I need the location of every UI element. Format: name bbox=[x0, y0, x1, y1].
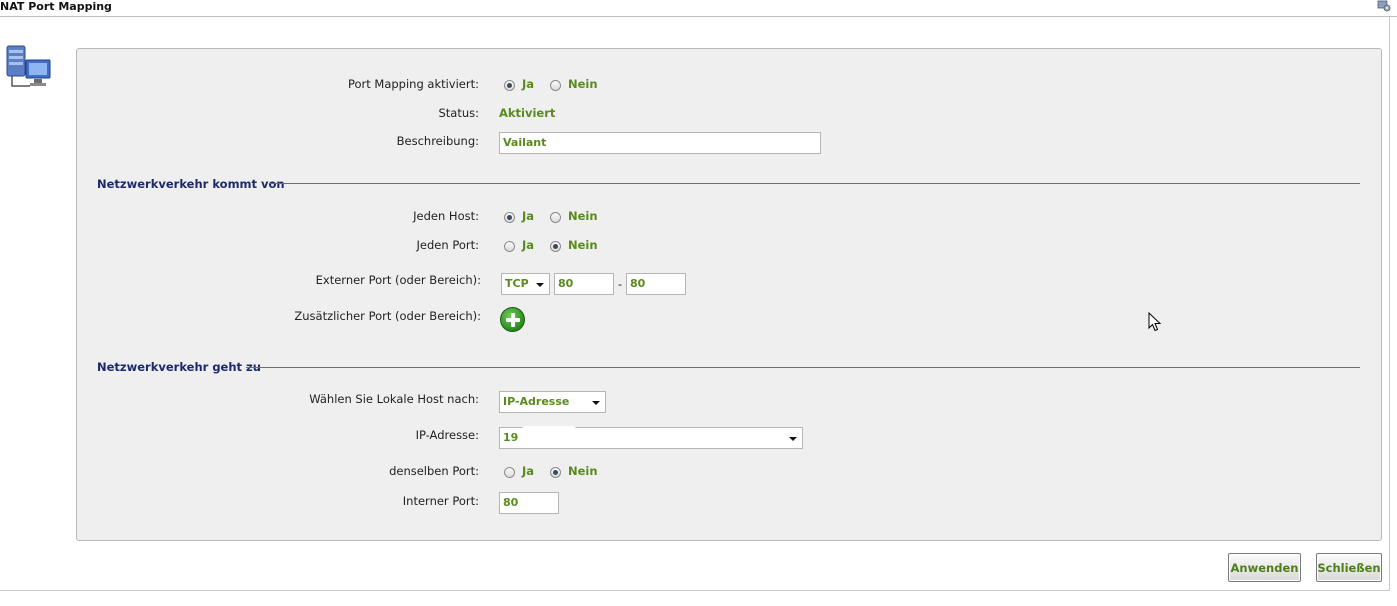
window-border-bottom bbox=[0, 590, 1390, 591]
protocol-select[interactable]: TCP bbox=[501, 273, 550, 295]
status-label: Status: bbox=[438, 106, 479, 120]
section-divider-to bbox=[246, 367, 1360, 368]
internal-port-label: Interner Port: bbox=[402, 494, 479, 508]
any-host-no-radio[interactable] bbox=[550, 212, 561, 223]
any-host-label: Jeden Host: bbox=[413, 209, 479, 223]
network-server-icon bbox=[6, 45, 51, 87]
external-port-label: Externer Port (oder Bereich): bbox=[315, 273, 481, 287]
description-label: Beschreibung: bbox=[396, 134, 479, 148]
any-host-no-label: Nein bbox=[568, 209, 598, 223]
any-port-yes-label: Ja bbox=[522, 238, 535, 252]
any-host-yes-radio[interactable] bbox=[504, 212, 515, 223]
any-port-no-label: Nein bbox=[568, 238, 598, 252]
port-mapping-yes-radio[interactable] bbox=[504, 80, 515, 91]
chevron-down-icon bbox=[789, 437, 797, 441]
same-port-no-radio[interactable] bbox=[550, 467, 561, 478]
any-port-no-radio[interactable] bbox=[550, 241, 561, 252]
same-port-yes-radio[interactable] bbox=[504, 467, 515, 478]
any-port-label: Jeden Port: bbox=[416, 238, 479, 252]
mouse-cursor-icon bbox=[1148, 312, 1162, 332]
additional-port-label: Zusätzlicher Port (oder Bereich): bbox=[294, 309, 481, 323]
apply-button[interactable]: Anwenden bbox=[1228, 553, 1301, 582]
any-host-yes-label: Ja bbox=[522, 209, 535, 223]
local-host-by-select[interactable]: IP-Adresse bbox=[499, 391, 606, 413]
status-value: Aktiviert bbox=[499, 106, 556, 120]
port-mapping-no-radio[interactable] bbox=[550, 80, 561, 91]
description-input[interactable]: Vailant bbox=[499, 132, 821, 154]
section-title-to: Netzwerkverkehr geht zu bbox=[97, 360, 261, 374]
port-mapping-no-label: Nein bbox=[568, 77, 598, 91]
section-title-from: Netzwerkverkehr kommt von bbox=[97, 177, 285, 191]
local-host-by-value: IP-Adresse bbox=[503, 395, 570, 408]
section-divider-from bbox=[270, 183, 1360, 184]
same-port-label: denselben Port: bbox=[389, 464, 479, 478]
any-port-yes-radio[interactable] bbox=[504, 241, 515, 252]
title-bar: NAT Port Mapping bbox=[0, 0, 1397, 17]
window-title: NAT Port Mapping bbox=[0, 0, 112, 13]
gear-icon[interactable] bbox=[1377, 0, 1391, 12]
local-host-by-label: Wählen Sie Lokale Host nach: bbox=[309, 392, 479, 406]
close-button[interactable]: Schließen bbox=[1316, 553, 1382, 582]
internal-port-input[interactable]: 80 bbox=[499, 492, 559, 514]
port-range-dash: - bbox=[618, 277, 623, 291]
window-border-right bbox=[1389, 17, 1390, 590]
ip-address-label: IP-Adresse: bbox=[415, 428, 479, 442]
protocol-value: TCP bbox=[505, 277, 529, 290]
same-port-yes-label: Ja bbox=[522, 464, 535, 478]
same-port-no-label: Nein bbox=[568, 464, 598, 478]
chevron-down-icon bbox=[536, 283, 544, 287]
port-mapping-yes-label: Ja bbox=[522, 77, 535, 91]
add-port-button[interactable] bbox=[500, 307, 525, 332]
external-port-end-input[interactable]: 80 bbox=[626, 273, 686, 295]
chevron-down-icon bbox=[592, 401, 600, 405]
port-mapping-label: Port Mapping aktiviert: bbox=[347, 77, 479, 91]
external-port-start-input[interactable]: 80 bbox=[554, 273, 614, 295]
redaction-mark bbox=[519, 426, 579, 448]
